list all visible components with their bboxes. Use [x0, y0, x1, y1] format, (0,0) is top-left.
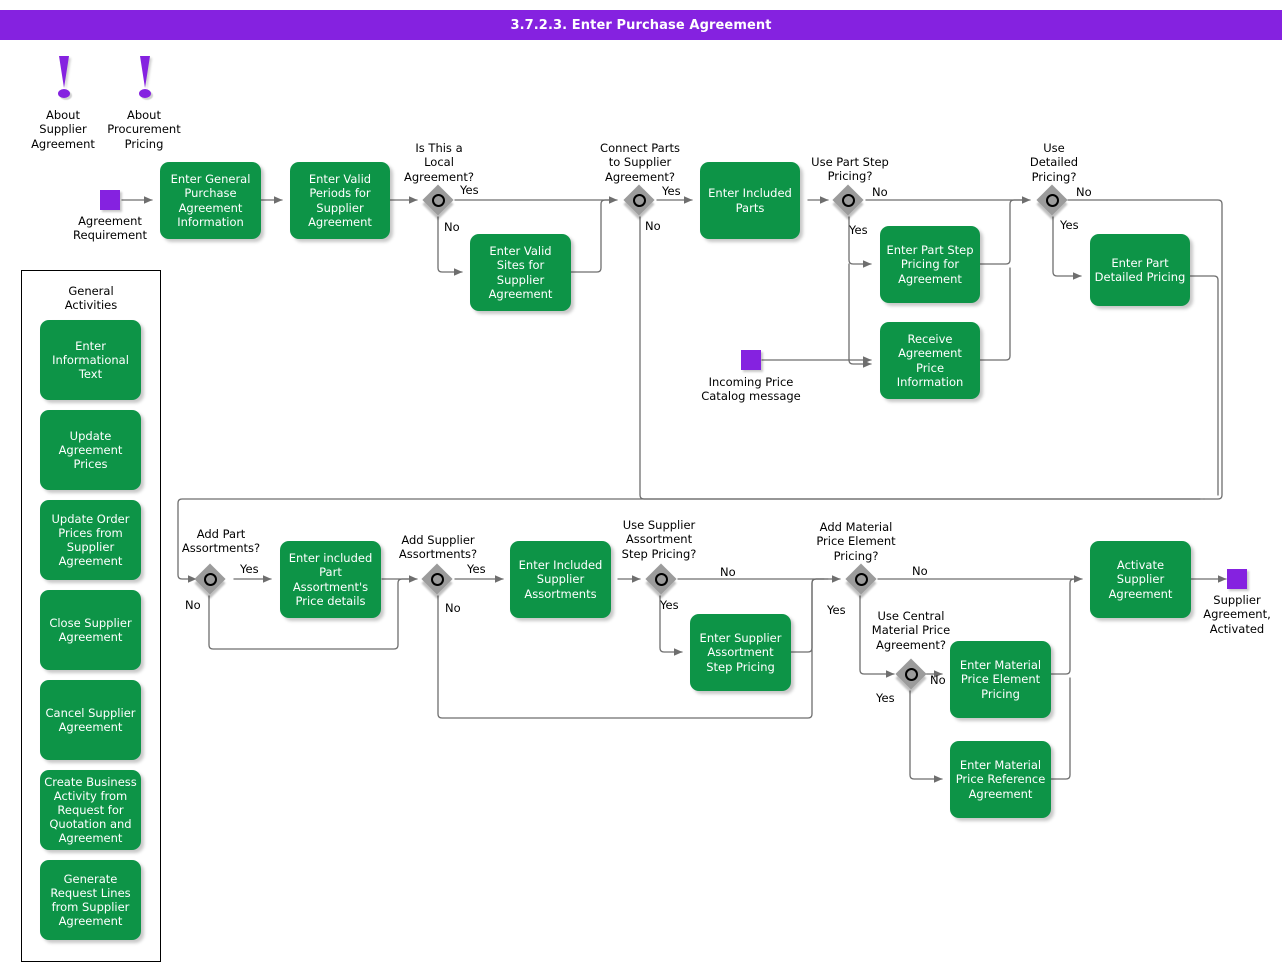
gateway-add-part-assortments-label: Add Part Assortments?: [166, 527, 276, 556]
edge-label-partassort-no: No: [185, 598, 211, 612]
general-activity-cancel-supplier-agreement[interactable]: Cancel Supplier Agreement: [40, 680, 141, 760]
gateway-is-this-a-local-agreement-label: Is This a Local Agreement?: [390, 141, 488, 184]
general-activity-update-order-prices-from-supplier-agreement[interactable]: Update Order Prices from Supplier Agreem…: [40, 500, 141, 580]
gateway-ring-icon: [905, 668, 918, 681]
task-enter-part-step-pricing-for-agreement[interactable]: Enter Part Step Pricing for Agreement: [880, 226, 980, 303]
gateway-add-supplier-assortments-label: Add Supplier Assortments?: [383, 533, 493, 562]
incoming-price-catalog-message-label: Incoming Price Catalog message: [683, 375, 819, 404]
exclamation-dot-icon: [58, 89, 70, 98]
edge-label-detailed-no: No: [1076, 185, 1102, 199]
general-activity-create-business-activity-from-rfq-and-agreement[interactable]: Create Business Activity from Request fo…: [40, 770, 141, 850]
edge-label-suppstep-no: No: [720, 565, 746, 579]
task-enter-included-parts[interactable]: Enter Included Parts: [700, 162, 800, 239]
edge-label-central-yes: Yes: [876, 691, 906, 705]
gateway-ring-icon: [655, 573, 668, 586]
general-activity-enter-informational-text[interactable]: Enter Informational Text: [40, 320, 141, 400]
gateway-ring-icon: [842, 194, 855, 207]
task-enter-material-price-reference-agreement[interactable]: Enter Material Price Reference Agreement: [950, 741, 1051, 818]
task-enter-material-price-element-pricing[interactable]: Enter Material Price Element Pricing: [950, 641, 1051, 718]
end-event-supplier-agreement-activated[interactable]: [1227, 569, 1247, 589]
edge-label-suppassort-yes: Yes: [467, 562, 497, 576]
gateway-connect-parts-to-supplier-agreement[interactable]: [625, 186, 657, 218]
exclamation-bar-icon: [140, 56, 150, 88]
general-activity-close-supplier-agreement[interactable]: Close Supplier Agreement: [40, 590, 141, 670]
edge-label-partstep-yes: Yes: [849, 223, 879, 237]
edge-label-suppassort-no: No: [445, 601, 471, 615]
gateway-use-supplier-assortment-step-pricing-label: Use Supplier Assortment Step Pricing?: [605, 518, 713, 561]
edge-label-connect-yes: Yes: [662, 184, 692, 198]
task-enter-general-purchase-agreement-information[interactable]: Enter General Purchase Agreement Informa…: [160, 162, 261, 239]
gateway-ring-icon: [1046, 194, 1059, 207]
gateway-use-part-step-pricing-label: Use Part Step Pricing?: [796, 155, 904, 184]
general-activity-generate-request-lines-from-supplier-agreement[interactable]: Generate Request Lines from Supplier Agr…: [40, 860, 141, 940]
task-enter-supplier-assortment-step-pricing[interactable]: Enter Supplier Assortment Step Pricing: [690, 614, 791, 691]
edge-label-connect-no: No: [645, 219, 671, 233]
edge-label-matprice-no: No: [912, 564, 938, 578]
edge-label-detailed-yes: Yes: [1060, 218, 1090, 232]
gateway-add-supplier-assortments[interactable]: [423, 565, 455, 597]
edge-label-local-yes: Yes: [460, 183, 496, 197]
gateway-use-detailed-pricing[interactable]: [1038, 186, 1070, 218]
general-activity-update-agreement-prices[interactable]: Update Agreement Prices: [40, 410, 141, 490]
edge-label-partassort-yes: Yes: [240, 562, 270, 576]
task-enter-valid-periods-for-supplier-agreement[interactable]: Enter Valid Periods for Supplier Agreeme…: [290, 162, 390, 239]
exclamation-bar-icon: [59, 56, 69, 88]
task-receive-agreement-price-information[interactable]: Receive Agreement Price Information: [880, 322, 980, 399]
edge-label-suppstep-yes: Yes: [660, 598, 690, 612]
general-activities-title: General Activities: [21, 284, 161, 313]
task-enter-part-detailed-pricing[interactable]: Enter Part Detailed Pricing: [1090, 234, 1190, 306]
gateway-add-part-assortments[interactable]: [196, 565, 228, 597]
title-bar: 3.7.2.3. Enter Purchase Agreement: [0, 10, 1282, 40]
task-enter-valid-sites-for-supplier-agreement[interactable]: Enter Valid Sites for Supplier Agreement: [470, 234, 571, 311]
gateway-ring-icon: [633, 194, 646, 207]
agreement-requirement-label: Agreement Requirement: [58, 214, 162, 243]
edge-label-partstep-no: No: [872, 185, 898, 199]
supplier-agreement-activated-label: Supplier Agreement, Activated: [1190, 593, 1282, 636]
gateway-connect-parts-label: Connect Parts to Supplier Agreement?: [580, 141, 700, 184]
gateway-use-detailed-pricing-label: Use Detailed Pricing?: [1010, 141, 1098, 184]
about-procurement-pricing-icon: [132, 56, 158, 104]
edge-label-local-no: No: [444, 220, 470, 234]
task-enter-included-supplier-assortments[interactable]: Enter Included Supplier Assortments: [510, 541, 611, 618]
about-supplier-agreement-icon: [51, 56, 77, 104]
page-title: 3.7.2.3. Enter Purchase Agreement: [510, 18, 771, 33]
gateway-ring-icon: [855, 573, 868, 586]
gateway-use-supplier-assortment-step-pricing[interactable]: [647, 565, 679, 597]
start-event-agreement-requirement[interactable]: [100, 190, 120, 210]
gateway-ring-icon: [432, 194, 445, 207]
gateway-ring-icon: [204, 573, 217, 586]
exclamation-dot-icon: [139, 89, 151, 98]
edge-label-central-no: No: [930, 673, 956, 687]
gateway-add-material-price-element-pricing-label: Add Material Price Element Pricing?: [800, 520, 912, 563]
gateway-ring-icon: [431, 573, 444, 586]
gateway-is-this-a-local-agreement[interactable]: [424, 186, 456, 218]
message-event-incoming-price-catalog[interactable]: [741, 350, 761, 370]
task-enter-included-part-assortments-price-details[interactable]: Enter included Part Assortment's Price d…: [280, 541, 381, 618]
task-activate-supplier-agreement[interactable]: Activate Supplier Agreement: [1090, 541, 1191, 618]
gateway-use-part-step-pricing[interactable]: [834, 186, 866, 218]
edge-label-matprice-yes: Yes: [827, 603, 857, 617]
gateway-add-material-price-element-pricing[interactable]: [847, 565, 879, 597]
gateway-use-central-material-price-agreement-label: Use Central Material Price Agreement?: [856, 609, 966, 652]
about-procurement-pricing-label: About Procurement Pricing: [86, 108, 202, 151]
diagram-canvas: 3.7.2.3. Enter Purchase Agreement: [0, 0, 1282, 970]
gateway-use-central-material-price-agreement[interactable]: [897, 660, 929, 692]
